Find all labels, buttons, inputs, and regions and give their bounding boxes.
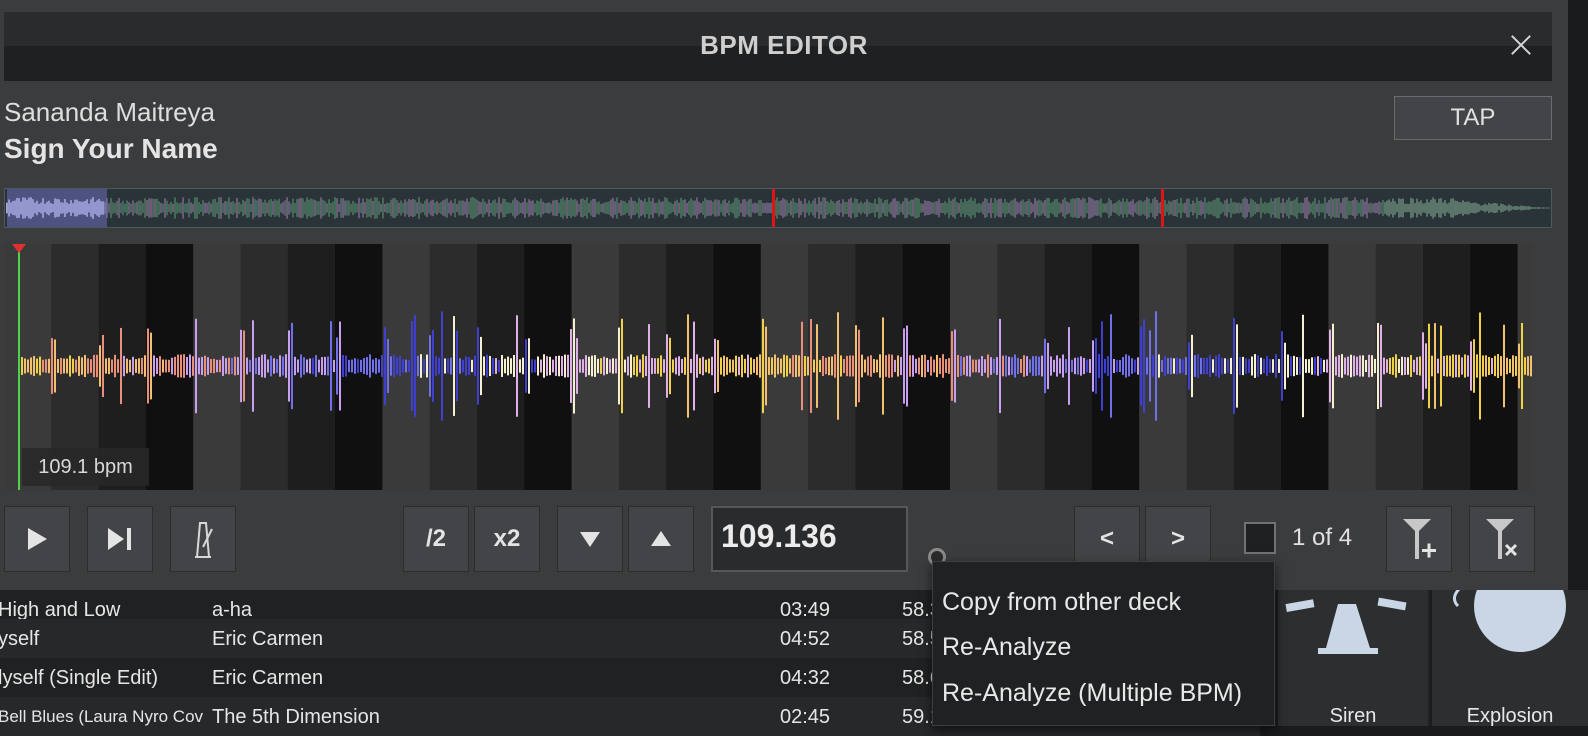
next-marker-label: > — [1170, 525, 1185, 552]
sampler-pad-siren[interactable]: Siren — [1276, 590, 1428, 727]
remove-marker-icon — [1486, 519, 1518, 559]
checkbox-icon[interactable] — [1244, 522, 1276, 554]
add-marker-icon — [1403, 519, 1436, 559]
bpm-up-button[interactable] — [628, 506, 694, 572]
play-icon — [28, 528, 47, 550]
bpm-down-button[interactable] — [557, 506, 623, 572]
half-bpm-label: /2 — [425, 525, 446, 552]
add-marker-button[interactable] — [1386, 506, 1452, 572]
bpm-editor-dialog: BPM EDITOR Sananda Maitreya Sign Your Na… — [0, 0, 1568, 590]
remove-marker-button[interactable] — [1469, 506, 1535, 572]
overview-waveform-graphic — [6, 197, 1550, 219]
arrow-down-icon — [580, 532, 600, 547]
dialog-title: BPM EDITOR — [700, 30, 868, 60]
beatgrid-waveform[interactable] — [4, 244, 1532, 490]
playhead[interactable] — [18, 244, 20, 490]
duration-cell: 04:32 — [780, 667, 831, 689]
artist-cell: Eric Carmen — [212, 628, 324, 650]
beat-marker[interactable] — [1161, 189, 1164, 227]
prev-marker-label: < — [1099, 525, 1114, 552]
pad-label: Siren — [1329, 705, 1377, 727]
track-title: Sign Your Name — [4, 133, 218, 164]
bpm-overlay-label: 109.1 bpm — [22, 448, 149, 486]
half-bpm-button[interactable]: /2 — [403, 506, 469, 572]
pad-label: Explosion — [1466, 705, 1554, 727]
duration-cell: 04:52 — [780, 628, 831, 650]
playhead-marker-icon — [12, 244, 26, 253]
double-bpm-label: x2 — [493, 525, 521, 552]
marker-page-label: 1 of 4 — [1292, 524, 1353, 551]
play-button[interactable] — [4, 506, 70, 572]
menu-item-re-analyze-multiple[interactable]: Re-Analyze (Multiple BPM) — [942, 679, 1242, 708]
track-title-cell: yself — [0, 628, 40, 650]
close-icon[interactable] — [1506, 30, 1536, 60]
tap-button[interactable]: TAP — [1394, 96, 1552, 140]
sampler-pad-explosion[interactable]: Explosion — [1430, 590, 1588, 727]
metronome-icon — [195, 522, 213, 558]
artist-cell: Eric Carmen — [212, 667, 324, 689]
menu-item-copy-from-other-deck[interactable]: Copy from other deck — [942, 588, 1181, 617]
bpm-value-field[interactable]: 109.136 — [711, 506, 908, 572]
double-bpm-button[interactable]: x2 — [474, 506, 540, 572]
beat-marker[interactable] — [772, 189, 775, 227]
track-title-cell: Bell Blues (Laura Nyro Cover) — [0, 707, 203, 726]
overview-waveform[interactable] — [4, 188, 1552, 228]
skip-to-end-button[interactable] — [87, 506, 153, 572]
track-title-cell: lyself (Single Edit) — [0, 667, 159, 689]
overview-view-window[interactable] — [7, 189, 107, 227]
artist-name: Sananda Maitreya — [4, 97, 216, 127]
arrow-up-icon — [651, 531, 671, 546]
skip-to-end-icon — [108, 528, 131, 550]
bpm-options-menu: Copy from other deck Re-Analyze Re-Analy… — [932, 561, 1275, 726]
menu-item-re-analyze[interactable]: Re-Analyze — [942, 633, 1071, 662]
metronome-button[interactable] — [170, 506, 236, 572]
beatgrid-waveform-graphic — [4, 244, 1532, 490]
